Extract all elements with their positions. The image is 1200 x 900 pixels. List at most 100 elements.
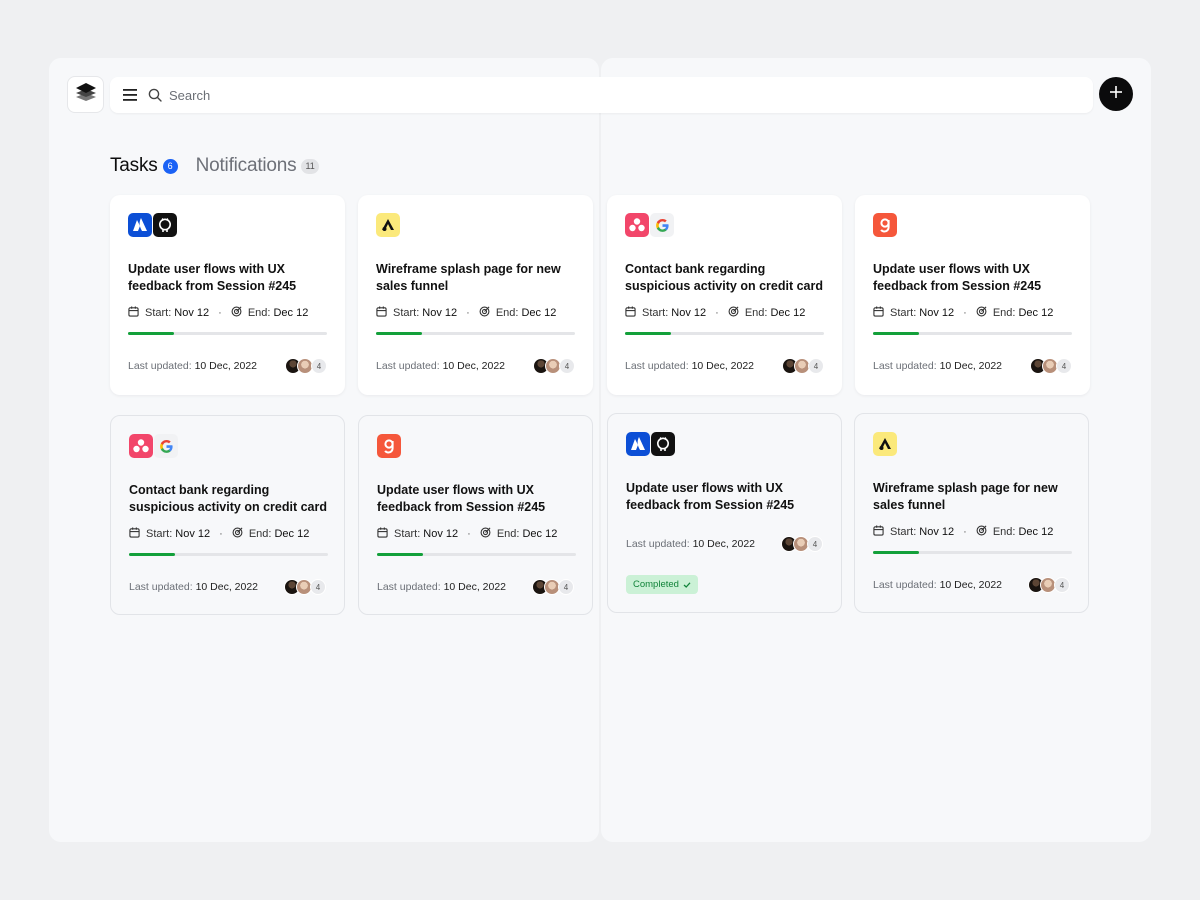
abstract-icon <box>873 432 897 456</box>
assignee-avatars[interactable]: 4 <box>285 358 327 374</box>
plus-icon <box>1110 85 1122 103</box>
assignee-avatars[interactable]: 4 <box>284 579 326 595</box>
assignee-avatars[interactable]: 4 <box>781 536 823 552</box>
task-card[interactable]: Contact bank regarding suspicious activi… <box>607 195 842 395</box>
start-label: Start: <box>642 307 669 319</box>
end-label: End: <box>992 307 1016 319</box>
task-dates: Start: Nov 12 · End: Dec 12 <box>873 306 1053 320</box>
separator-dot: · <box>218 307 222 319</box>
github-icon <box>651 432 675 456</box>
target-icon <box>728 306 739 320</box>
atlassian-icon <box>626 432 650 456</box>
task-card[interactable]: Update user flows with UX feedback from … <box>110 195 345 395</box>
task-card[interactable]: Update user flows with UX feedback from … <box>855 195 1090 395</box>
calendar-icon <box>376 306 387 320</box>
card-footer: Last updated: 10 Dec, 2022 4 <box>873 358 1072 374</box>
extra-assignees-count: 4 <box>559 358 575 374</box>
task-dates: Start: Nov 12 · End: Dec 12 <box>376 306 556 320</box>
last-updated-date: 10 Dec, 2022 <box>939 579 1003 591</box>
start-label: Start: <box>146 528 173 540</box>
task-dates: Start: Nov 12 · End: Dec 12 <box>128 306 308 320</box>
calendar-icon <box>129 527 140 541</box>
progress-fill <box>377 553 423 556</box>
tab-label: Tasks <box>110 155 158 176</box>
search-bar <box>110 77 1093 113</box>
abstract-icon <box>376 213 400 237</box>
start-label: Start: <box>393 307 420 319</box>
layers-logo-button[interactable] <box>67 76 104 113</box>
progress-fill <box>129 553 175 556</box>
app-icons <box>377 434 402 458</box>
assignee-avatars[interactable]: 4 <box>1030 358 1072 374</box>
task-card[interactable]: Update user flows with UX feedback from … <box>358 415 593 615</box>
separator-dot: · <box>467 528 471 540</box>
last-updated-label: Last updated: <box>377 581 441 593</box>
end-date: Dec 12 <box>522 528 558 540</box>
task-title: Wireframe splash page for new sales funn… <box>376 262 561 293</box>
last-updated-label: Last updated: <box>129 581 193 593</box>
task-title: Update user flows with UX feedback from … <box>128 262 297 293</box>
last-updated-date: 10 Dec, 2022 <box>442 360 506 372</box>
card-footer: Last updated: 10 Dec, 2022 4 <box>129 579 326 595</box>
app-icons <box>129 434 179 458</box>
tab-tasks[interactable]: Tasks 6 <box>110 155 178 177</box>
task-dates: Start: Nov 12 · End: Dec 12 <box>625 306 805 320</box>
end-date: Dec 12 <box>1018 526 1054 538</box>
calendar-icon <box>377 527 388 541</box>
task-title: Update user flows with UX feedback from … <box>873 262 1042 293</box>
target-icon <box>232 527 243 541</box>
end-date: Dec 12 <box>274 528 310 540</box>
target-icon <box>479 306 490 320</box>
last-updated-date: 10 Dec, 2022 <box>194 360 258 372</box>
task-card[interactable]: Contact bank regarding suspicious activi… <box>110 415 345 615</box>
gumroad-icon <box>873 213 897 237</box>
progress-fill <box>873 332 919 335</box>
last-updated-date: 10 Dec, 2022 <box>195 581 259 593</box>
tab-count-badge: 6 <box>162 158 178 174</box>
assignee-avatars[interactable]: 4 <box>782 358 824 374</box>
task-dates: Start: Nov 12 · End: Dec 12 <box>377 527 557 541</box>
app-icons <box>128 213 178 237</box>
last-updated: Last updated: 10 Dec, 2022 <box>377 581 506 593</box>
progress-fill <box>873 551 919 554</box>
assignee-avatars[interactable]: 4 <box>532 579 574 595</box>
target-icon <box>976 306 987 320</box>
extra-assignees-count: 4 <box>1056 358 1072 374</box>
atlassian-icon <box>128 213 152 237</box>
last-updated: Last updated: 10 Dec, 2022 <box>625 360 754 372</box>
assignee-avatars[interactable]: 4 <box>1028 577 1070 593</box>
start-date: Nov 12 <box>174 307 210 319</box>
task-card[interactable]: Update user flows with UX feedback from … <box>607 413 842 613</box>
card-footer: Last updated: 10 Dec, 2022 4 <box>376 358 575 374</box>
completed-badge: Completed <box>626 575 698 594</box>
separator-dot: · <box>963 307 967 319</box>
assignee-avatars[interactable]: 4 <box>533 358 575 374</box>
task-title: Update user flows with UX feedback from … <box>377 483 546 514</box>
add-button[interactable] <box>1099 77 1133 111</box>
check-icon <box>683 581 691 589</box>
calendar-icon <box>625 306 636 320</box>
search-icon <box>148 88 162 102</box>
task-card[interactable]: Wireframe splash page for new sales funn… <box>358 195 593 395</box>
menu-icon[interactable] <box>123 88 137 102</box>
task-card[interactable]: Wireframe splash page for new sales funn… <box>854 413 1089 613</box>
separator-dot: · <box>715 307 719 319</box>
search-input[interactable] <box>169 87 1049 103</box>
extra-assignees-count: 4 <box>808 358 824 374</box>
start-label: Start: <box>890 307 917 319</box>
last-updated: Last updated: 10 Dec, 2022 <box>626 538 755 550</box>
end-date: Dec 12 <box>770 307 806 319</box>
app-icons <box>625 213 675 237</box>
start-label: Start: <box>394 528 421 540</box>
gumroad-icon <box>377 434 401 458</box>
progress-bar <box>873 551 1072 554</box>
last-updated-date: 10 Dec, 2022 <box>692 538 756 550</box>
extra-assignees-count: 4 <box>310 579 326 595</box>
last-updated: Last updated: 10 Dec, 2022 <box>376 360 505 372</box>
separator-dot: · <box>963 526 967 538</box>
last-updated-label: Last updated: <box>625 360 689 372</box>
layers-icon <box>75 82 97 107</box>
end-label: End: <box>992 526 1016 538</box>
tab-notifications[interactable]: Notifications 11 <box>196 155 319 177</box>
start-date: Nov 12 <box>671 307 707 319</box>
